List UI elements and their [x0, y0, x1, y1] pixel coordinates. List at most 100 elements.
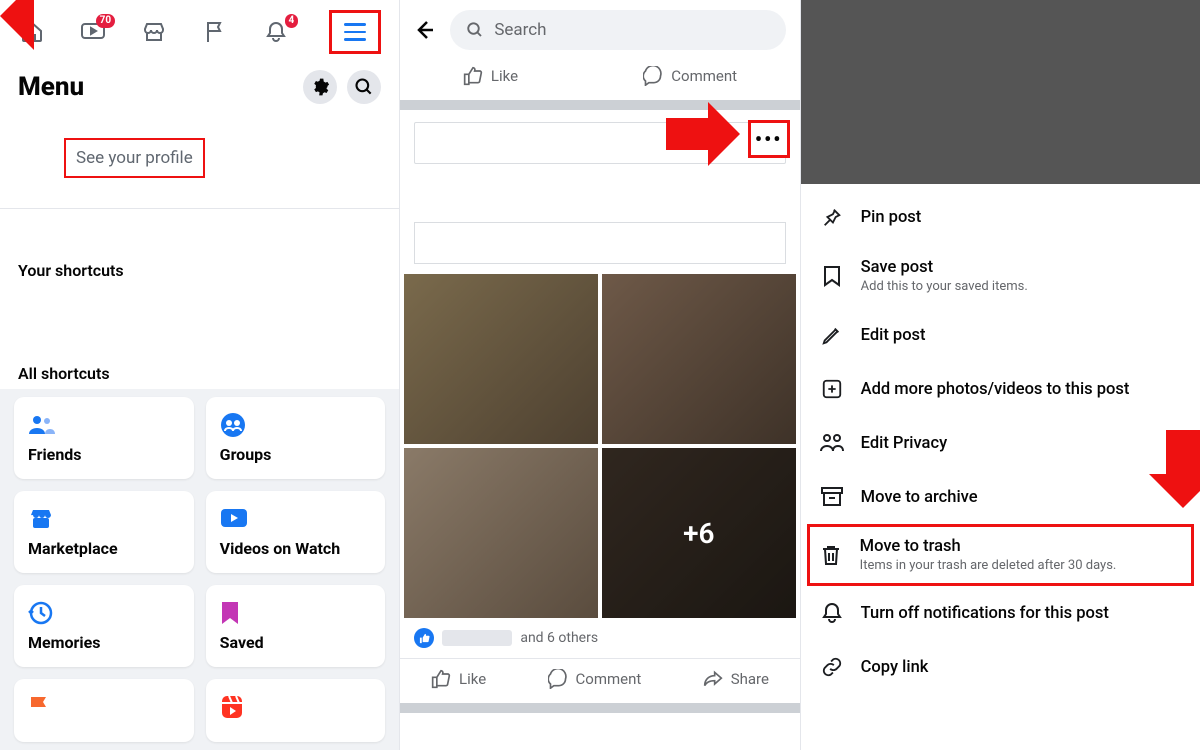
option-label: Turn off notifications for this post — [861, 604, 1109, 623]
saved-icon — [220, 599, 372, 627]
comment-icon — [548, 669, 568, 689]
tile-saved[interactable]: Saved — [206, 585, 386, 667]
tile-groups[interactable]: Groups — [206, 397, 386, 479]
feed-separator — [400, 703, 799, 713]
option-save-post[interactable]: Save post Add this to your saved items. — [811, 244, 1190, 308]
like-label: Like — [459, 670, 486, 688]
shortcut-grid: Friends Groups Marketplace Videos on Wat… — [0, 389, 399, 750]
reactions-row[interactable]: and 6 others — [400, 618, 799, 652]
share-icon — [703, 669, 723, 689]
annotation-arrow — [0, 209, 399, 243]
bell-off-icon — [819, 600, 845, 626]
archive-icon — [819, 484, 845, 510]
search-icon — [466, 21, 484, 39]
option-sub: Add this to your saved items. — [861, 279, 1028, 294]
profile-row[interactable]: See your profile — [0, 110, 399, 209]
post-header: ••• — [400, 110, 799, 168]
post-photo[interactable] — [404, 448, 598, 618]
tile-label: Memories — [28, 633, 180, 652]
option-archive[interactable]: Move to archive — [811, 470, 1190, 524]
option-sub: Items in your trash are deleted after 30… — [860, 558, 1117, 573]
cover-area — [801, 0, 1200, 184]
watch-icon[interactable]: 70 — [79, 18, 107, 46]
groups-icon — [220, 411, 372, 439]
option-turn-off-notifications[interactable]: Turn off notifications for this post — [811, 586, 1190, 640]
option-edit-post[interactable]: Edit post — [811, 308, 1190, 362]
option-label: Move to trash — [860, 537, 1117, 556]
reactions-suffix: and 6 others — [520, 630, 598, 646]
more-photos-overlay: +6 — [602, 448, 796, 618]
pin-icon — [819, 204, 845, 230]
see-profile-link[interactable]: See your profile — [64, 138, 205, 178]
tile-label: Videos on Watch — [220, 539, 372, 558]
tile-label: Groups — [220, 445, 372, 464]
option-label: Move to archive — [861, 488, 978, 507]
tile-label: Friends — [28, 445, 180, 464]
tile-label: Saved — [220, 633, 372, 652]
option-move-to-trash[interactable]: Move to trash Items in your trash are de… — [807, 524, 1194, 586]
privacy-icon — [819, 430, 845, 456]
option-label: Save post — [861, 258, 1028, 277]
option-edit-privacy[interactable]: Edit Privacy — [811, 416, 1190, 470]
tile-label: Marketplace — [28, 539, 180, 558]
option-label: Edit Privacy — [861, 434, 948, 453]
like-icon — [463, 66, 483, 86]
menu-search-button[interactable] — [347, 70, 381, 104]
search-placeholder: Search — [494, 20, 546, 40]
post-text-placeholder — [414, 222, 785, 264]
marketplace-icon[interactable] — [140, 18, 168, 46]
link-icon — [819, 654, 845, 680]
settings-button[interactable] — [303, 70, 337, 104]
friends-icon — [28, 411, 180, 439]
option-pin-post[interactable]: Pin post — [811, 190, 1190, 244]
back-icon[interactable] — [410, 16, 438, 44]
pages-icon — [28, 693, 180, 721]
share-action[interactable]: Share — [703, 669, 769, 689]
post-menu-button[interactable]: ••• — [748, 120, 790, 158]
comment-action[interactable]: Comment — [548, 669, 642, 689]
hamburger-menu-button[interactable] — [329, 10, 381, 54]
search-input[interactable]: Search — [450, 10, 785, 50]
menu-title: Menu — [18, 72, 84, 102]
your-shortcuts-label: Your shortcuts — [0, 243, 399, 286]
bookmark-icon — [819, 263, 845, 289]
tile-friends[interactable]: Friends — [14, 397, 194, 479]
like-action[interactable]: Like — [431, 669, 486, 689]
bell-icon[interactable]: 4 — [262, 18, 290, 46]
option-label: Copy link — [861, 658, 929, 677]
memories-icon — [28, 599, 180, 627]
watch-badge: 70 — [96, 14, 115, 28]
tile-videos[interactable]: Videos on Watch — [206, 491, 386, 573]
post-options-list: Pin post Save post Add this to your save… — [801, 184, 1200, 694]
share-label: Share — [731, 670, 769, 688]
post-photo[interactable] — [404, 274, 598, 444]
like-action[interactable]: Like — [463, 66, 518, 86]
ellipsis-icon: ••• — [755, 127, 783, 151]
marketplace-tile-icon — [28, 505, 180, 533]
post-photo-more[interactable]: +6 — [602, 448, 796, 618]
reels-icon — [220, 693, 372, 721]
tile-pages[interactable] — [14, 679, 194, 742]
like-label: Like — [491, 67, 518, 85]
option-copy-link[interactable]: Copy link — [811, 640, 1190, 694]
post-photo[interactable] — [602, 274, 796, 444]
bell-badge: 4 — [285, 14, 299, 28]
comment-label: Comment — [671, 67, 737, 85]
post-photo-grid[interactable]: +6 — [400, 274, 799, 618]
comment-action[interactable]: Comment — [643, 66, 737, 86]
top-nav: 70 4 — [0, 0, 399, 60]
tile-reels[interactable] — [206, 679, 386, 742]
option-label: Pin post — [861, 208, 922, 227]
hamburger-icon — [344, 23, 366, 41]
prev-post-actions: Like Comment — [400, 56, 799, 100]
option-add-photos[interactable]: Add more photos/videos to this post — [811, 362, 1190, 416]
tile-memories[interactable]: Memories — [14, 585, 194, 667]
reactor-name-placeholder — [442, 630, 512, 646]
flag-icon[interactable] — [201, 18, 229, 46]
tile-marketplace[interactable]: Marketplace — [14, 491, 194, 573]
add-photo-icon — [819, 376, 845, 402]
feed-separator — [400, 100, 799, 110]
trash-icon — [818, 542, 844, 568]
like-reaction-icon — [414, 628, 434, 648]
panel-menu: 70 4 Menu See your profile — [0, 0, 399, 750]
